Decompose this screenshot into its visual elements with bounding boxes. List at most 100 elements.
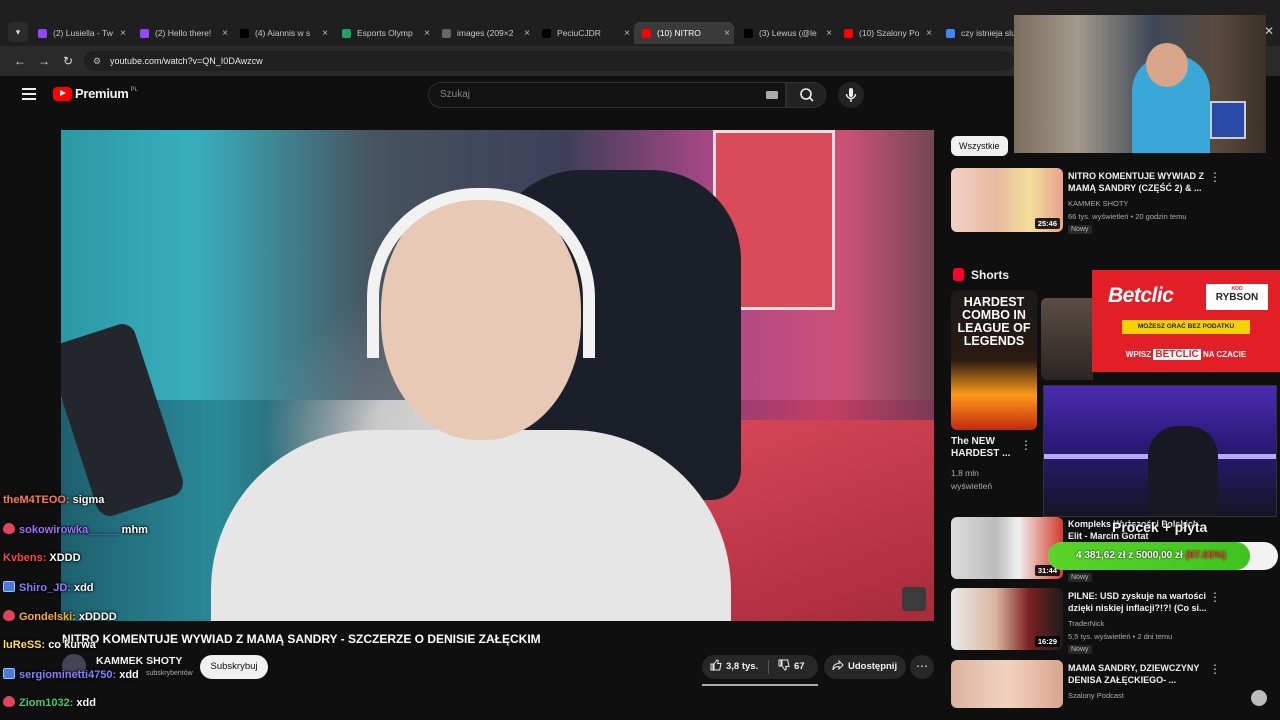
short-thumbnail[interactable]: HARDEST COMBO IN LEAGUE OF LEGENDS xyxy=(951,290,1037,430)
share-button[interactable]: Udostępnij xyxy=(824,655,906,679)
filter-chip-all[interactable]: Wszystkie xyxy=(951,136,1008,156)
like-dislike-group: 3,8 tys. 67 xyxy=(702,655,818,679)
url-text: youtube.com/watch?v=QN_I0DAwzcw xyxy=(110,56,263,66)
browser-tab[interactable]: PeciuCJDR × xyxy=(534,22,634,44)
tab-close-icon[interactable]: × xyxy=(318,28,332,39)
chat-text: mhm xyxy=(121,524,148,536)
tab-close-icon[interactable]: × xyxy=(720,28,734,39)
rec-title-line: MAMĄ SANDRY (CZĘŚĆ 2) & ... xyxy=(1068,183,1202,193)
rec-title-line: dzięki niskiej inflacji?!?! (Co si... xyxy=(1068,603,1207,613)
rec-menu-icon[interactable]: ⋮ xyxy=(1209,662,1221,676)
keyboard-icon[interactable] xyxy=(766,91,778,99)
like-count: 3,8 tys. xyxy=(726,661,759,672)
thumbs-down-icon xyxy=(778,659,790,671)
tab-favicon-icon xyxy=(946,28,955,38)
browser-tab[interactable]: (2) Lusiella - Tw × xyxy=(30,22,130,44)
tab-close-icon[interactable]: × xyxy=(420,28,434,39)
short-thumb-text: HARDEST COMBO IN LEAGUE OF LEGENDS xyxy=(951,296,1037,348)
chat-message: Ziom1032: xdd xyxy=(3,696,96,709)
forward-icon[interactable]: → xyxy=(36,53,52,69)
rec-channel[interactable]: TraderNick xyxy=(1068,618,1104,629)
browser-tab[interactable]: (2) Hello there! × xyxy=(132,22,232,44)
rec-title[interactable]: MAMA SANDRY, DZIEWCZYNY DENISA ZAŁĘCKIEG… xyxy=(1068,662,1199,686)
like-button[interactable]: 3,8 tys. xyxy=(710,655,758,679)
rec-channel[interactable]: Szalony Podcast xyxy=(1068,690,1124,701)
video-title: NITRO KOMENTUJE WYWIAD Z MAMĄ SANDRY - S… xyxy=(62,632,541,646)
channel-name[interactable]: KAMMEK SHOTY xyxy=(96,655,182,667)
rec-thumbnail[interactable]: 16:29 xyxy=(951,588,1063,650)
betclic-promo-prefix: WPISZ xyxy=(1125,350,1152,359)
browser-tab[interactable]: Esports Olymp × xyxy=(334,22,434,44)
search-icon xyxy=(800,88,814,102)
url-field[interactable]: ⚙ youtube.com/watch?v=QN_I0DAwzcw xyxy=(84,51,1014,71)
heart-badge-icon xyxy=(3,610,15,621)
logo-text: Premium xyxy=(75,86,129,101)
goal-current: 4 381,62 zł xyxy=(1076,550,1126,561)
reload-icon[interactable]: ↻ xyxy=(60,53,76,69)
video-duration: 25:46 xyxy=(1034,218,1060,229)
video-frame-person xyxy=(211,430,731,621)
chat-text: XDDD xyxy=(49,552,81,564)
viewer-avatar[interactable] xyxy=(1251,690,1267,706)
tab-close-icon[interactable]: × xyxy=(822,28,836,39)
channel-watermark[interactable] xyxy=(902,587,926,611)
short-thumbnail[interactable] xyxy=(1041,298,1093,380)
tab-close-icon[interactable]: × xyxy=(620,28,634,39)
youtube-premium-logo[interactable]: Premium PL xyxy=(53,86,138,101)
video-player[interactable] xyxy=(61,130,934,621)
chat-username: Ziom1032: xyxy=(19,697,74,709)
betclic-promo: WPISZ BETCLIC NA CZACIE xyxy=(1092,349,1280,360)
short-views-line: 1,8 mln xyxy=(951,468,979,478)
betclic-promo-suffix: NA CZACIE xyxy=(1202,350,1247,359)
dislike-button[interactable]: 67 xyxy=(778,655,805,679)
chat-text: co kurwa xyxy=(48,639,96,651)
chat-username: sergiominetti4750: xyxy=(19,669,117,681)
menu-icon[interactable] xyxy=(22,88,36,100)
browser-tab[interactable]: (4) Aiannis w s × xyxy=(232,22,332,44)
short-title-line: HARDEST ... xyxy=(951,448,1011,459)
new-badge: Nowy xyxy=(1068,225,1092,234)
rec-title-line: NITRO KOMENTUJE WYWIAD Z xyxy=(1068,171,1204,181)
betclic-code-tag: KOD RYBSON xyxy=(1206,284,1268,310)
back-icon[interactable]: ← xyxy=(12,53,28,69)
tab-search-button[interactable]: ▾ xyxy=(8,22,28,42)
chat-username: Kvbens: xyxy=(3,552,47,564)
donation-goal-title: Procek + płyta xyxy=(1112,519,1208,535)
goal-target: 5000,00 zł xyxy=(1136,550,1183,561)
tab-close-icon[interactable]: × xyxy=(218,28,232,39)
tab-favicon-icon xyxy=(642,28,651,38)
betclic-ad-overlay: Betclic KOD RYBSON MOŻESZ GRAĆ BEZ PODAT… xyxy=(1092,270,1280,372)
tab-close-icon[interactable]: × xyxy=(520,28,534,39)
short-menu-icon[interactable]: ⋮ xyxy=(1020,438,1032,452)
tab-close-icon[interactable]: × xyxy=(922,28,936,39)
rec-thumbnail[interactable] xyxy=(951,660,1063,708)
chat-username: Shiro_JD: xyxy=(19,582,71,594)
rec-channel[interactable]: KAMMEK SHOTY xyxy=(1068,198,1128,209)
chat-text: xDDDD xyxy=(78,611,117,623)
share-label: Udostępnij xyxy=(848,661,898,672)
voice-search-button[interactable] xyxy=(838,82,864,108)
tab-title: (4) Aiannis w s xyxy=(255,28,311,38)
search-input[interactable]: Szukaj xyxy=(428,82,786,108)
subscribe-button[interactable]: Subskrybuj xyxy=(200,655,268,679)
chat-message: Kvbens: XDDD xyxy=(3,552,81,564)
short-title[interactable]: The NEW HARDEST ... xyxy=(951,436,1010,460)
search-button[interactable] xyxy=(786,82,826,108)
site-info-icon[interactable]: ⚙ xyxy=(93,51,101,71)
rec-title[interactable]: NITRO KOMENTUJE WYWIAD Z MAMĄ SANDRY (CZ… xyxy=(1068,170,1204,194)
tab-close-icon[interactable]: × xyxy=(116,28,130,39)
donation-goal-text: 4 381,62 zł z 5000,00 zł (87.63%) xyxy=(1076,550,1226,561)
chat-text: sigma xyxy=(72,494,105,506)
rec-menu-icon[interactable]: ⋮ xyxy=(1209,170,1221,184)
rec-title[interactable]: PILNE: USD zyskuje na wartości dzięki ni… xyxy=(1068,590,1207,614)
browser-tab[interactable]: (10) Szalony Po × xyxy=(836,22,936,44)
tab-favicon-icon xyxy=(240,28,249,38)
youtube-play-icon xyxy=(53,86,72,101)
rec-thumbnail[interactable]: 25:46 xyxy=(951,168,1063,232)
more-actions-button[interactable]: ⋯ xyxy=(910,655,934,679)
browser-tab[interactable]: images (209×2 × xyxy=(434,22,534,44)
rec-thumbnail[interactable]: 31:44 xyxy=(951,517,1063,579)
browser-tab[interactable]: (3) Lewus (@le × xyxy=(736,22,836,44)
rec-menu-icon[interactable]: ⋮ xyxy=(1209,590,1221,604)
browser-tab[interactable]: (10) NITRO × xyxy=(634,22,734,44)
